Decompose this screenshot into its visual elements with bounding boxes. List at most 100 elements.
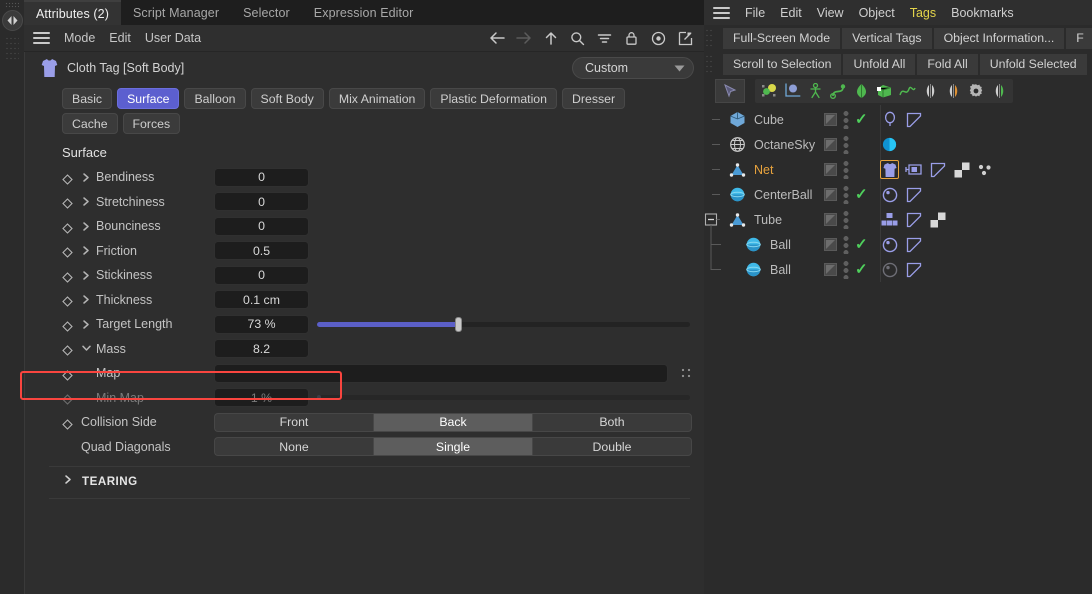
- up-arrow-icon[interactable]: [542, 30, 559, 47]
- quad-diagonals-single[interactable]: Single: [373, 437, 532, 457]
- collision-side-back[interactable]: Back: [373, 412, 532, 432]
- slider-min-map[interactable]: [317, 388, 690, 407]
- generator-icon[interactable]: [874, 81, 894, 101]
- tree-row-centerball[interactable]: CenterBall ✓: [704, 182, 1092, 207]
- visibility-dots-icon[interactable]: [843, 160, 849, 179]
- dynamics-tag-icon[interactable]: [880, 185, 899, 204]
- menu-edit[interactable]: Edit: [109, 31, 131, 45]
- keyframe-diamond-icon[interactable]: [62, 196, 73, 210]
- om-menu-bookmarks[interactable]: Bookmarks: [951, 6, 1014, 20]
- mirror-orange-icon[interactable]: [943, 81, 963, 101]
- tree-row-net[interactable]: Net: [704, 157, 1092, 182]
- visibility-dots-icon[interactable]: [843, 135, 849, 154]
- keyframe-diamond-icon[interactable]: [62, 368, 73, 381]
- record-icon[interactable]: [650, 30, 667, 47]
- dynamics-dim-tag-icon[interactable]: [880, 260, 899, 279]
- cloth-tag-icon[interactable]: [880, 160, 899, 179]
- quickbar-grip[interactable]: [705, 27, 713, 49]
- visibility-dots-icon[interactable]: [843, 210, 849, 229]
- attr-tab-mix-animation[interactable]: Mix Animation: [328, 88, 426, 109]
- btn-fold-all[interactable]: Fold All: [917, 53, 978, 75]
- attr-tab-surface[interactable]: Surface: [117, 88, 180, 109]
- link-target-icon[interactable]: [680, 366, 693, 380]
- edit-toggle-icon[interactable]: [824, 263, 837, 276]
- chevron-right-icon[interactable]: [81, 197, 91, 206]
- tab-attributes[interactable]: Attributes (2): [24, 0, 121, 25]
- attr-tab-dresser[interactable]: Dresser: [562, 88, 626, 109]
- edit-toggle-icon[interactable]: [824, 138, 837, 151]
- object-axis-selection-icon[interactable]: [759, 81, 779, 101]
- attr-tab-cache[interactable]: Cache: [62, 113, 118, 134]
- enabled-check-icon[interactable]: ✓: [855, 187, 868, 202]
- hamburger-icon[interactable]: [713, 6, 730, 19]
- texture-tag-icon[interactable]: [928, 210, 947, 229]
- edit-toggle-icon[interactable]: [824, 188, 837, 201]
- phong-tag-icon[interactable]: [904, 110, 923, 129]
- chevron-right-icon[interactable]: [81, 222, 91, 231]
- menu-user-data[interactable]: User Data: [145, 31, 201, 45]
- enabled-check-icon[interactable]: ✓: [855, 237, 868, 252]
- visibility-dots-icon[interactable]: [843, 260, 849, 279]
- enabled-check-icon[interactable]: ✓: [855, 262, 868, 277]
- chevron-right-icon[interactable]: [81, 246, 91, 255]
- mirror-icon[interactable]: [920, 81, 940, 101]
- keyframe-diamond-icon[interactable]: [62, 319, 73, 332]
- chevron-right-icon[interactable]: [81, 271, 91, 280]
- attr-tab-balloon[interactable]: Balloon: [184, 88, 246, 109]
- param-value-stretchiness[interactable]: 0: [214, 192, 309, 212]
- tree-row-octanesky[interactable]: OctaneSky: [704, 132, 1092, 157]
- chevron-right-icon[interactable]: [81, 295, 91, 304]
- collision-side-both[interactable]: Both: [532, 412, 692, 432]
- tree-row-ball-2[interactable]: Ball ✓: [704, 257, 1092, 282]
- btn-unfold-selected[interactable]: Unfold Selected: [979, 53, 1087, 75]
- axis-icon[interactable]: [782, 81, 802, 101]
- param-value-thickness[interactable]: 0.1 cm: [214, 290, 309, 310]
- octane-tag-icon[interactable]: [880, 135, 899, 154]
- edit-toggle-icon[interactable]: [824, 113, 837, 126]
- visibility-dots-icon[interactable]: [843, 110, 849, 129]
- edit-toggle-icon[interactable]: [824, 163, 837, 176]
- preset-dropdown[interactable]: Custom: [572, 57, 694, 79]
- keyframe-diamond-icon[interactable]: [62, 221, 73, 234]
- slider-knob[interactable]: [455, 316, 463, 332]
- dynamics-tag-icon[interactable]: [880, 235, 899, 254]
- chevron-down-icon[interactable]: [81, 345, 91, 352]
- mirror-green-icon[interactable]: [989, 81, 1009, 101]
- deformer-icon[interactable]: [851, 81, 871, 101]
- btn-unfold-all[interactable]: Unfold All: [843, 53, 916, 75]
- hamburger-icon[interactable]: [33, 32, 50, 44]
- phong-tag-icon[interactable]: [928, 160, 947, 179]
- keyframe-diamond-icon[interactable]: [62, 392, 73, 406]
- keyframe-diamond-icon[interactable]: [62, 417, 73, 430]
- quad-diagonals-double[interactable]: Double: [532, 437, 692, 457]
- tab-expression-editor[interactable]: Expression Editor: [302, 0, 426, 25]
- open-external-icon[interactable]: [677, 30, 694, 47]
- lock-icon[interactable]: [623, 30, 640, 47]
- keyframe-diamond-icon[interactable]: [62, 172, 73, 185]
- curve-icon[interactable]: [897, 81, 917, 101]
- tab-script-manager[interactable]: Script Manager: [121, 0, 231, 25]
- search-icon[interactable]: [569, 30, 586, 47]
- attr-tab-soft-body[interactable]: Soft Body: [250, 88, 324, 109]
- forward-arrow-icon[interactable]: [515, 30, 532, 47]
- quad-diagonals-none[interactable]: None: [214, 437, 373, 457]
- filter-icon[interactable]: [596, 30, 613, 47]
- param-value-bendiness[interactable]: 0: [214, 167, 309, 187]
- gear-icon[interactable]: [966, 81, 986, 101]
- om-menu-tags[interactable]: Tags: [910, 6, 936, 20]
- quickbar-grip-2[interactable]: [705, 53, 713, 75]
- panel-collapse-button[interactable]: [2, 10, 23, 31]
- hierarchy-expander[interactable]: [704, 207, 728, 232]
- back-arrow-icon[interactable]: [488, 30, 505, 47]
- btn-object-information[interactable]: Object Information...: [933, 27, 1065, 49]
- attr-tab-forces[interactable]: Forces: [122, 113, 181, 134]
- om-menu-file[interactable]: File: [745, 6, 765, 20]
- chevron-right-icon[interactable]: [81, 320, 91, 329]
- btn-vertical-tags[interactable]: Vertical Tags: [842, 27, 932, 49]
- select-objects-icon[interactable]: [715, 79, 745, 103]
- phong-tag-icon[interactable]: [904, 185, 923, 204]
- om-menu-object[interactable]: Object: [859, 6, 895, 20]
- param-value-target-length[interactable]: 73 %: [214, 314, 309, 334]
- om-menu-edit[interactable]: Edit: [780, 6, 802, 20]
- param-value-mass[interactable]: 8.2: [214, 339, 309, 359]
